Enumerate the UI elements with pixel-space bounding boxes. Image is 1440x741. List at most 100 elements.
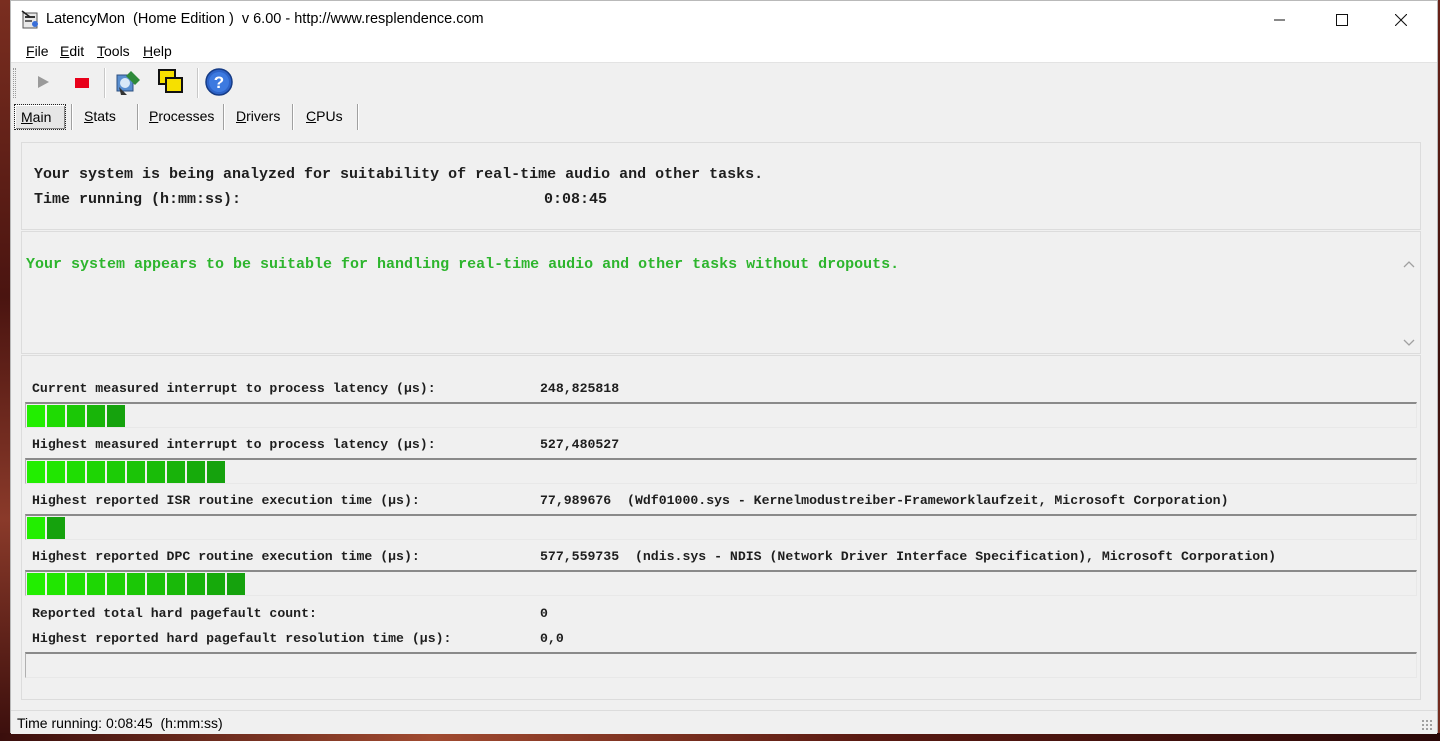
desktop-taskbar-edge <box>0 733 1440 741</box>
stop-icon <box>74 74 90 93</box>
tab-stats[interactable]: Stats <box>78 104 122 130</box>
meter-segment <box>47 573 65 595</box>
result-message: Your system appears to be suitable for h… <box>26 256 900 273</box>
menu-help-label: elp <box>153 43 172 59</box>
start-button[interactable] <box>27 67 59 99</box>
kernel-timer-button[interactable] <box>112 67 144 99</box>
menu-file[interactable]: File <box>26 43 49 59</box>
tab-main-accelerator: M <box>21 109 33 125</box>
meter-segment <box>187 461 205 483</box>
meter-segment <box>47 461 65 483</box>
tab-cpus[interactable]: CPUs <box>300 104 349 130</box>
meter-segment <box>27 405 45 427</box>
meter-segment <box>87 405 105 427</box>
play-icon <box>35 74 51 93</box>
tab-processes-accelerator: P <box>149 108 159 124</box>
status-bar: Time running: 0:08:45 (h:mm:ss) <box>11 710 1437 734</box>
latency-meter <box>25 652 1417 678</box>
stop-button[interactable] <box>66 67 98 99</box>
meter-segment <box>27 517 45 539</box>
meter-segment <box>207 461 225 483</box>
minimize-icon <box>1274 11 1286 30</box>
tab-stats-accelerator: S <box>84 108 94 124</box>
latencymon-window: LatencyMon (Home Edition ) v 6.00 - http… <box>10 0 1438 734</box>
meter-segment <box>67 573 85 595</box>
meter-segment <box>187 573 205 595</box>
menu-edit[interactable]: Edit <box>60 43 84 59</box>
maximize-button[interactable] <box>1313 1 1371 39</box>
tab-separator <box>137 104 139 130</box>
close-button[interactable] <box>1372 1 1430 39</box>
metric-label: Highest reported hard pagefault resoluti… <box>32 631 452 646</box>
meter-segment <box>207 573 225 595</box>
minimize-button[interactable] <box>1251 1 1309 39</box>
close-icon <box>1394 11 1408 30</box>
meter-segment <box>147 461 165 483</box>
meter-fill <box>27 573 245 595</box>
tab-processes[interactable]: Processes <box>143 104 220 130</box>
toolbar-grip[interactable] <box>13 68 16 98</box>
menu-file-label: ile <box>34 43 49 59</box>
windows-icon <box>156 67 186 100</box>
toolbar-separator <box>104 68 106 98</box>
tab-cpus-label: PUs <box>316 108 343 124</box>
meter-segment <box>87 573 105 595</box>
menu-edit-label: dit <box>69 43 85 59</box>
resize-grip[interactable] <box>1421 719 1433 731</box>
window-title: LatencyMon (Home Edition ) v 6.00 - http… <box>46 11 484 27</box>
meter-segment <box>127 573 145 595</box>
latency-meter <box>25 570 1417 596</box>
metric-value: 577,559735 (ndis.sys - NDIS (Network Dri… <box>540 549 1276 564</box>
tab-main[interactable]: Main <box>14 104 66 130</box>
toolbar-separator <box>197 68 199 98</box>
metric-label: Highest reported DPC routine execution t… <box>32 549 420 564</box>
windows-button[interactable] <box>155 67 187 99</box>
tab-drivers[interactable]: Drivers <box>230 104 286 130</box>
menu-bar: File Edit Tools Help <box>11 39 1437 63</box>
analysis-message: Your system is being analyzed for suitab… <box>34 166 764 183</box>
menu-edit-accelerator: E <box>60 43 70 59</box>
meter-segment <box>107 461 125 483</box>
menu-help-accelerator: H <box>143 43 154 59</box>
scroll-up-arrow[interactable] <box>1402 258 1416 272</box>
metric-value: 248,825818 <box>540 381 620 396</box>
meter-segment <box>107 405 125 427</box>
metrics-panel: Current measured interrupt to process la… <box>21 355 1421 700</box>
maximize-icon <box>1336 11 1348 30</box>
kernel-timer-icon <box>113 67 143 100</box>
analysis-panel: Your system is being analyzed for suitab… <box>21 142 1421 230</box>
tab-cpus-accelerator: C <box>306 108 317 124</box>
meter-segment <box>127 461 145 483</box>
menu-tools-label: ools <box>104 43 130 59</box>
latency-meter <box>25 514 1417 540</box>
meter-segment <box>107 573 125 595</box>
title-bar[interactable]: LatencyMon (Home Edition ) v 6.00 - http… <box>11 1 1437 39</box>
meter-segment <box>227 573 245 595</box>
metric-label: Highest reported ISR routine execution t… <box>32 493 420 508</box>
tab-processes-label: rocesses <box>158 108 215 124</box>
tab-drivers-accelerator: D <box>236 108 247 124</box>
scroll-down-arrow[interactable] <box>1402 337 1416 351</box>
tab-drivers-label: rivers <box>246 108 281 124</box>
menu-tools[interactable]: Tools <box>97 43 130 59</box>
latencymon-app-icon <box>21 10 41 30</box>
meter-fill <box>27 405 125 427</box>
latency-meter <box>25 402 1417 428</box>
menu-help[interactable]: Help <box>143 43 172 59</box>
latency-meter <box>25 458 1417 484</box>
metric-value: 527,480527 <box>540 437 620 452</box>
tab-separator <box>357 104 359 130</box>
meter-segment <box>47 517 65 539</box>
metric-label: Current measured interrupt to process la… <box>32 381 436 396</box>
tab-main-label: ain <box>32 109 52 125</box>
result-panel[interactable]: Your system appears to be suitable for h… <box>21 231 1421 354</box>
meter-segment <box>167 461 185 483</box>
meter-fill <box>27 461 225 483</box>
menu-file-accelerator: F <box>26 43 35 59</box>
meter-segment <box>67 461 85 483</box>
meter-segment <box>27 573 45 595</box>
help-icon: ? <box>204 67 234 100</box>
tab-separator <box>71 104 73 130</box>
tab-separator <box>292 104 294 130</box>
help-button[interactable]: ? <box>203 67 235 99</box>
